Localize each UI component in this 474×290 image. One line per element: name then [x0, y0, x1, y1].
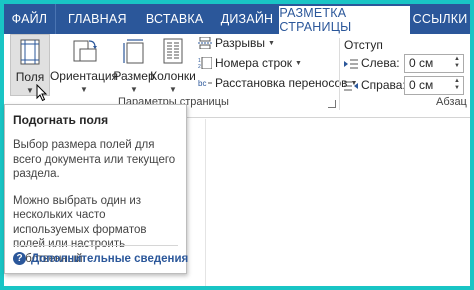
indent-title: Отступ [344, 38, 383, 52]
indent-left-label: Слева: [361, 56, 400, 70]
hyphenation-label: Расстановка переносов [215, 76, 348, 90]
more-info-link[interactable]: ? Дополнительные сведения [13, 252, 188, 265]
chevron-down-icon: ▼ [267, 39, 275, 47]
line-numbers-button[interactable]: 12 Номера строк ▼ [198, 54, 302, 72]
tab-design[interactable]: ДИЗАЙН [215, 4, 280, 34]
chevron-down-icon: ▼ [295, 59, 302, 67]
dialog-launcher-icon[interactable] [328, 100, 336, 108]
tab-home[interactable]: ГЛАВНАЯ [60, 4, 135, 34]
tooltip-divider [13, 245, 178, 246]
help-icon: ? [13, 252, 26, 265]
columns-button[interactable]: Колонки ▼ [150, 34, 196, 94]
chevron-down-icon: ▼ [80, 85, 88, 94]
line-numbers-label: Номера строк [215, 56, 293, 70]
spinner-arrows-icon[interactable]: ▲ ▼ [451, 55, 463, 72]
orientation-button[interactable]: Ориентация ▼ [50, 34, 118, 94]
orientation-label: Ориентация [49, 69, 119, 83]
breaks-icon [198, 36, 212, 50]
tab-page-layout[interactable]: РАЗМЕТКА СТРАНИЦЫ [279, 6, 411, 34]
indent-right-input[interactable]: 0 см ▲ ▼ [404, 75, 464, 95]
group-separator [339, 38, 340, 110]
size-icon [118, 37, 150, 67]
mouse-cursor-icon [36, 83, 48, 105]
indent-left-row: Слева: 0 см ▲ ▼ [344, 53, 464, 73]
svg-text:bc: bc [198, 79, 206, 88]
tooltip-title: Подогнать поля [13, 113, 109, 127]
hyphenation-button[interactable]: bc Расстановка переносов ▼ [198, 74, 357, 92]
chevron-down-icon: ▼ [169, 85, 177, 94]
indent-left-icon [344, 58, 358, 69]
columns-icon [157, 37, 189, 67]
tab-insert[interactable]: ВСТАВКА [135, 4, 215, 34]
orientation-icon [68, 37, 100, 67]
margins-label: Поля [15, 70, 45, 84]
margins-icon [14, 38, 46, 68]
tooltip-description: Выбор размера полей для всего документа … [13, 139, 176, 180]
indent-right-icon [344, 80, 358, 91]
hyphenation-icon: bc [198, 77, 212, 89]
paragraph-group-label: Абзац [436, 96, 467, 108]
more-info-label: Дополнительные сведения [31, 252, 189, 265]
size-button[interactable]: Размер ▼ [113, 34, 155, 94]
indent-right-label: Справа: [361, 78, 406, 92]
indent-left-value: 0 см [409, 56, 434, 70]
breaks-label: Разрывы [215, 36, 265, 50]
chevron-down-icon: ▼ [130, 85, 138, 94]
line-numbers-icon: 12 [198, 56, 213, 70]
indent-left-input[interactable]: 0 см ▲ ▼ [404, 53, 464, 73]
tab-references[interactable]: ССЫЛКИ [410, 4, 470, 34]
indent-right-row: Справа: 0 см ▲ ▼ [344, 75, 464, 95]
size-label: Размер [113, 69, 155, 83]
breaks-button[interactable]: Разрывы ▼ [198, 34, 275, 52]
indent-right-value: 0 см [409, 78, 434, 92]
svg-text:2: 2 [198, 64, 201, 69]
page-edge-line [205, 119, 206, 286]
margins-tooltip: Подогнать поля Выбор размера полей для в… [4, 104, 188, 274]
chevron-down-icon: ▼ [26, 86, 34, 95]
columns-label: Колонки [150, 69, 196, 83]
spinner-arrows-icon[interactable]: ▲ ▼ [451, 77, 463, 94]
ribbon-tab-bar: ФАЙЛ ГЛАВНАЯ ВСТАВКА ДИЗАЙН РАЗМЕТКА СТР… [4, 4, 470, 34]
tab-file[interactable]: ФАЙЛ [4, 4, 56, 34]
